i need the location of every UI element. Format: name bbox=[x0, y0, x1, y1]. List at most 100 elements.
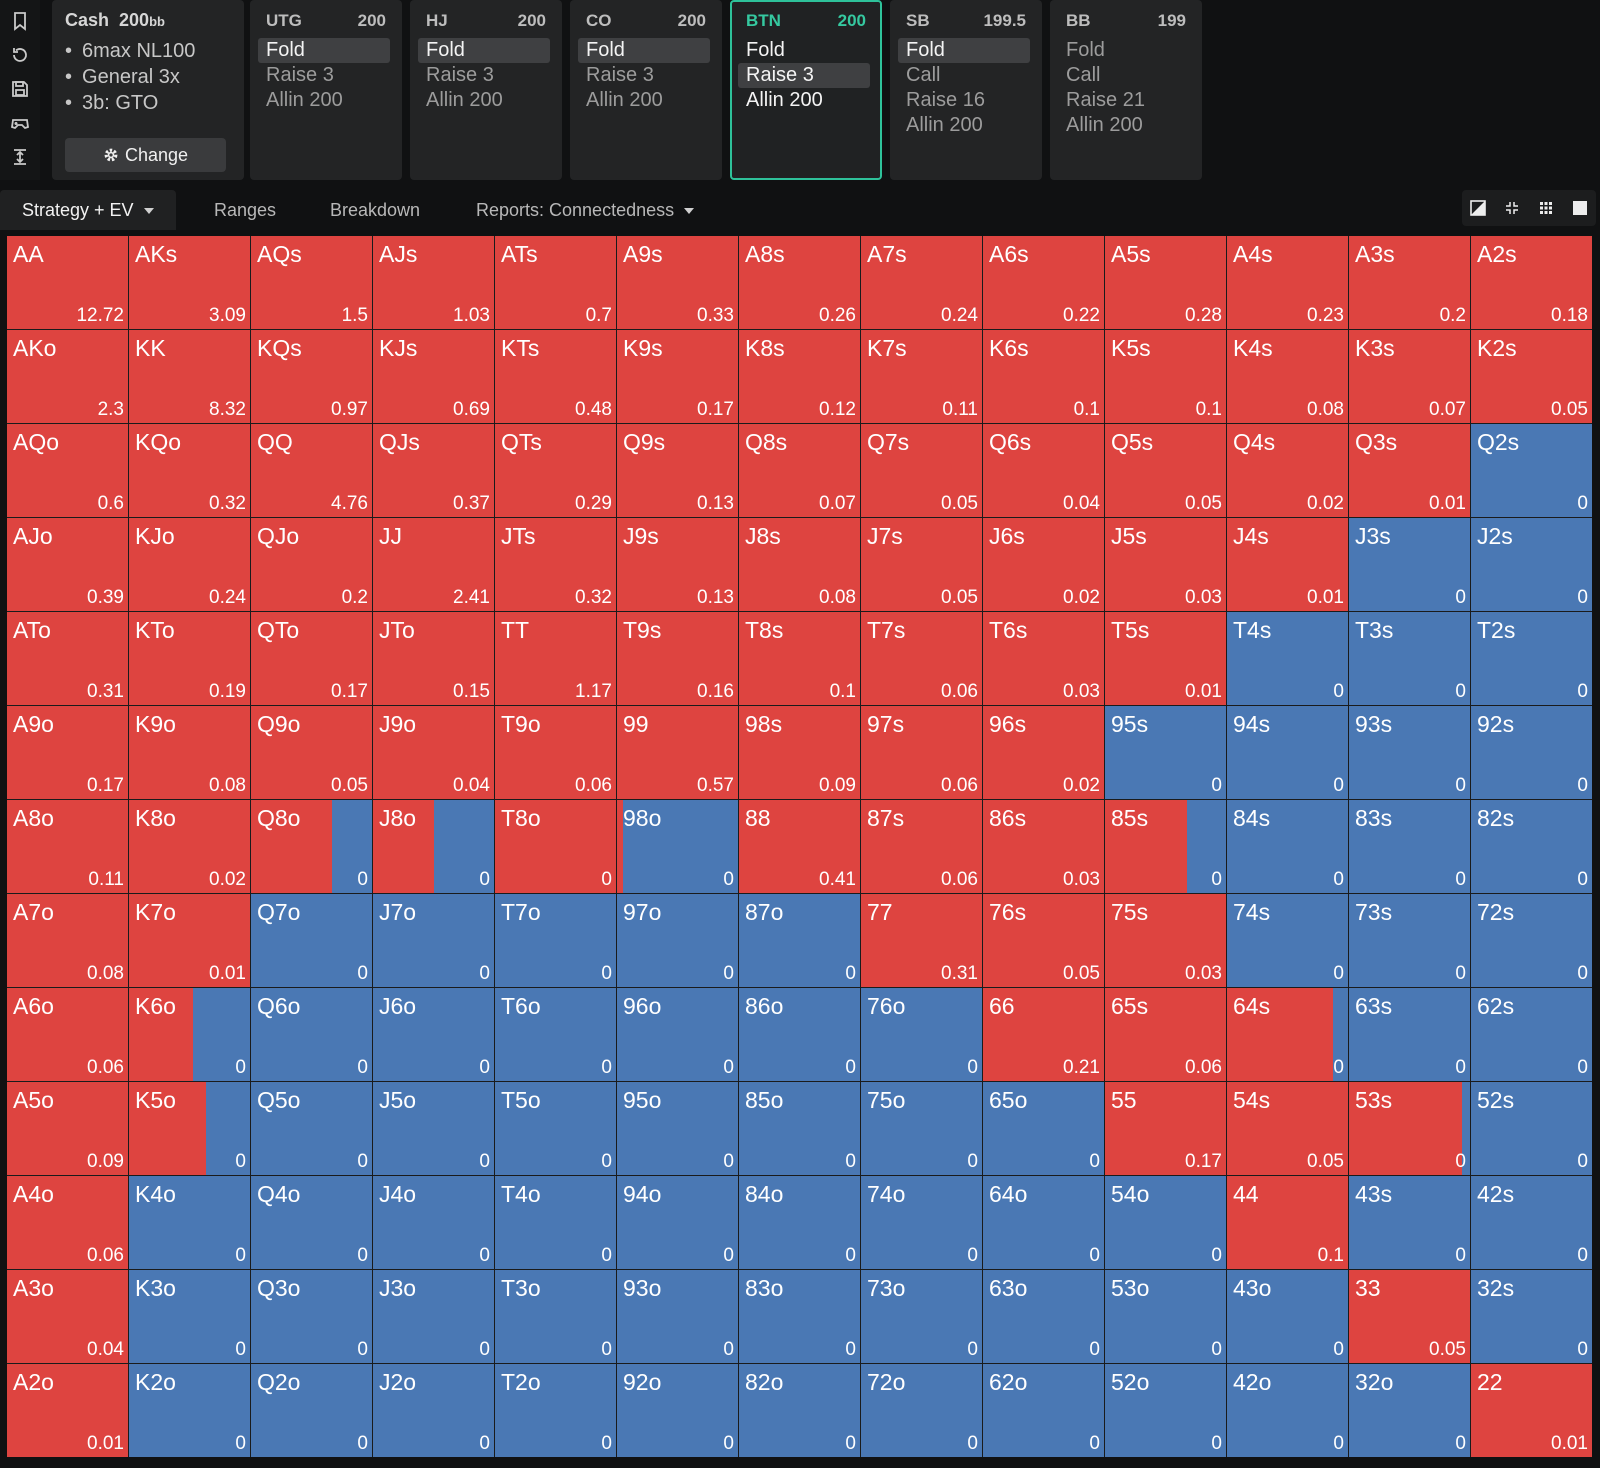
hand-cell[interactable]: 92s 0 bbox=[1471, 706, 1592, 799]
bookmark-icon[interactable] bbox=[7, 8, 33, 34]
hand-cell[interactable]: J7s 0.05 bbox=[861, 518, 982, 611]
action-option[interactable]: Fold bbox=[738, 38, 870, 63]
hand-cell[interactable]: 83s 0 bbox=[1349, 800, 1470, 893]
hand-cell[interactable]: K6s 0.1 bbox=[983, 330, 1104, 423]
hand-cell[interactable]: JTo 0.15 bbox=[373, 612, 494, 705]
hand-cell[interactable]: 55 0.17 bbox=[1105, 1082, 1226, 1175]
hand-cell[interactable]: AJs 1.03 bbox=[373, 236, 494, 329]
hand-cell[interactable]: AKs 3.09 bbox=[129, 236, 250, 329]
hand-cell[interactable]: 53s 0 bbox=[1349, 1082, 1470, 1175]
hand-cell[interactable]: 86o 0 bbox=[739, 988, 860, 1081]
hand-cell[interactable]: K8o 0.02 bbox=[129, 800, 250, 893]
hand-cell[interactable]: A5o 0.09 bbox=[7, 1082, 128, 1175]
hand-cell[interactable]: J6s 0.02 bbox=[983, 518, 1104, 611]
hand-cell[interactable]: J6o 0 bbox=[373, 988, 494, 1081]
hand-cell[interactable]: K6o 0 bbox=[129, 988, 250, 1081]
hand-cell[interactable]: A3s 0.2 bbox=[1349, 236, 1470, 329]
action-option[interactable]: Allin 200 bbox=[1058, 113, 1190, 138]
action-option[interactable]: Raise 3 bbox=[418, 63, 550, 88]
hand-cell[interactable]: 87s 0.06 bbox=[861, 800, 982, 893]
hand-cell[interactable]: K8s 0.12 bbox=[739, 330, 860, 423]
action-option[interactable]: Fold bbox=[418, 38, 550, 63]
hand-cell[interactable]: 75o 0 bbox=[861, 1082, 982, 1175]
hand-cell[interactable]: KK 8.32 bbox=[129, 330, 250, 423]
action-option[interactable]: Fold bbox=[898, 38, 1030, 63]
hand-cell[interactable]: 62s 0 bbox=[1471, 988, 1592, 1081]
hand-cell[interactable]: A9o 0.17 bbox=[7, 706, 128, 799]
compress-icon[interactable] bbox=[1496, 190, 1528, 226]
hand-cell[interactable]: AA 12.72 bbox=[7, 236, 128, 329]
hand-cell[interactable]: K4s 0.08 bbox=[1227, 330, 1348, 423]
action-option[interactable]: Fold bbox=[258, 38, 390, 63]
hand-cell[interactable]: 86s 0.03 bbox=[983, 800, 1104, 893]
hand-cell[interactable]: Q4o 0 bbox=[251, 1176, 372, 1269]
position-panel-bb[interactable]: BB 199 Fold Call Raise 21 Allin 200 bbox=[1050, 0, 1202, 180]
hand-cell[interactable]: ATo 0.31 bbox=[7, 612, 128, 705]
action-option[interactable]: Allin 200 bbox=[578, 88, 710, 113]
hand-cell[interactable]: T9s 0.16 bbox=[617, 612, 738, 705]
hand-cell[interactable]: 96o 0 bbox=[617, 988, 738, 1081]
action-option[interactable]: Raise 3 bbox=[738, 63, 870, 88]
hand-cell[interactable]: 97o 0 bbox=[617, 894, 738, 987]
hand-cell[interactable]: TT 1.17 bbox=[495, 612, 616, 705]
hand-cell[interactable]: A6o 0.06 bbox=[7, 988, 128, 1081]
hand-cell[interactable]: 97s 0.06 bbox=[861, 706, 982, 799]
hand-cell[interactable]: T2s 0 bbox=[1471, 612, 1592, 705]
hand-cell[interactable]: 98s 0.09 bbox=[739, 706, 860, 799]
action-option[interactable]: Call bbox=[1058, 63, 1190, 88]
hand-cell[interactable]: 83o 0 bbox=[739, 1270, 860, 1363]
position-panel-hj[interactable]: HJ 200 Fold Raise 3 Allin 200 bbox=[410, 0, 562, 180]
hand-cell[interactable]: Q8s 0.07 bbox=[739, 424, 860, 517]
hand-cell[interactable]: 42s 0 bbox=[1471, 1176, 1592, 1269]
hand-cell[interactable]: KQs 0.97 bbox=[251, 330, 372, 423]
hand-cell[interactable]: 77 0.31 bbox=[861, 894, 982, 987]
hand-cell[interactable]: J2s 0 bbox=[1471, 518, 1592, 611]
hand-cell[interactable]: 54o 0 bbox=[1105, 1176, 1226, 1269]
hand-cell[interactable]: 94s 0 bbox=[1227, 706, 1348, 799]
hand-cell[interactable]: 43s 0 bbox=[1349, 1176, 1470, 1269]
hand-cell[interactable]: T5o 0 bbox=[495, 1082, 616, 1175]
position-panel-btn[interactable]: BTN 200 Fold Raise 3 Allin 200 bbox=[730, 0, 882, 180]
position-panel-utg[interactable]: UTG 200 Fold Raise 3 Allin 200 bbox=[250, 0, 402, 180]
hand-cell[interactable]: K9s 0.17 bbox=[617, 330, 738, 423]
hand-cell[interactable]: 63s 0 bbox=[1349, 988, 1470, 1081]
hand-cell[interactable]: 52s 0 bbox=[1471, 1082, 1592, 1175]
hand-cell[interactable]: T7o 0 bbox=[495, 894, 616, 987]
hand-cell[interactable]: 95o 0 bbox=[617, 1082, 738, 1175]
hand-cell[interactable]: T3o 0 bbox=[495, 1270, 616, 1363]
hand-cell[interactable]: KJo 0.24 bbox=[129, 518, 250, 611]
hand-cell[interactable]: 43o 0 bbox=[1227, 1270, 1348, 1363]
hand-cell[interactable]: J9o 0.04 bbox=[373, 706, 494, 799]
contrast-icon[interactable] bbox=[1462, 190, 1494, 226]
action-option[interactable]: Raise 21 bbox=[1058, 88, 1190, 113]
hand-cell[interactable]: 32o 0 bbox=[1349, 1364, 1470, 1457]
hand-cell[interactable]: 73o 0 bbox=[861, 1270, 982, 1363]
hand-cell[interactable]: JJ 2.41 bbox=[373, 518, 494, 611]
hand-cell[interactable]: QJs 0.37 bbox=[373, 424, 494, 517]
hand-cell[interactable]: 93s 0 bbox=[1349, 706, 1470, 799]
hand-cell[interactable]: A8o 0.11 bbox=[7, 800, 128, 893]
hand-cell[interactable]: KTs 0.48 bbox=[495, 330, 616, 423]
height-icon[interactable] bbox=[7, 144, 33, 170]
hand-cell[interactable]: T2o 0 bbox=[495, 1364, 616, 1457]
hand-cell[interactable]: 99 0.57 bbox=[617, 706, 738, 799]
hand-cell[interactable]: K7o 0.01 bbox=[129, 894, 250, 987]
hand-cell[interactable]: Q7s 0.05 bbox=[861, 424, 982, 517]
hand-cell[interactable]: K3o 0 bbox=[129, 1270, 250, 1363]
hand-cell[interactable]: Q2s 0 bbox=[1471, 424, 1592, 517]
hand-cell[interactable]: A2s 0.18 bbox=[1471, 236, 1592, 329]
hand-cell[interactable]: 54s 0.05 bbox=[1227, 1082, 1348, 1175]
hand-cell[interactable]: 72s 0 bbox=[1471, 894, 1592, 987]
hand-cell[interactable]: 65s 0.06 bbox=[1105, 988, 1226, 1081]
hand-cell[interactable]: A4o 0.06 bbox=[7, 1176, 128, 1269]
action-option[interactable]: Allin 200 bbox=[258, 88, 390, 113]
hand-cell[interactable]: J3s 0 bbox=[1349, 518, 1470, 611]
hand-cell[interactable]: 94o 0 bbox=[617, 1176, 738, 1269]
hand-cell[interactable]: Q8o 0 bbox=[251, 800, 372, 893]
hand-cell[interactable]: QQ 4.76 bbox=[251, 424, 372, 517]
hand-cell[interactable]: Q2o 0 bbox=[251, 1364, 372, 1457]
hand-cell[interactable]: 95s 0 bbox=[1105, 706, 1226, 799]
hand-cell[interactable]: 88 0.41 bbox=[739, 800, 860, 893]
tab-breakdown[interactable]: Breakdown bbox=[330, 190, 420, 230]
hand-cell[interactable]: 82s 0 bbox=[1471, 800, 1592, 893]
